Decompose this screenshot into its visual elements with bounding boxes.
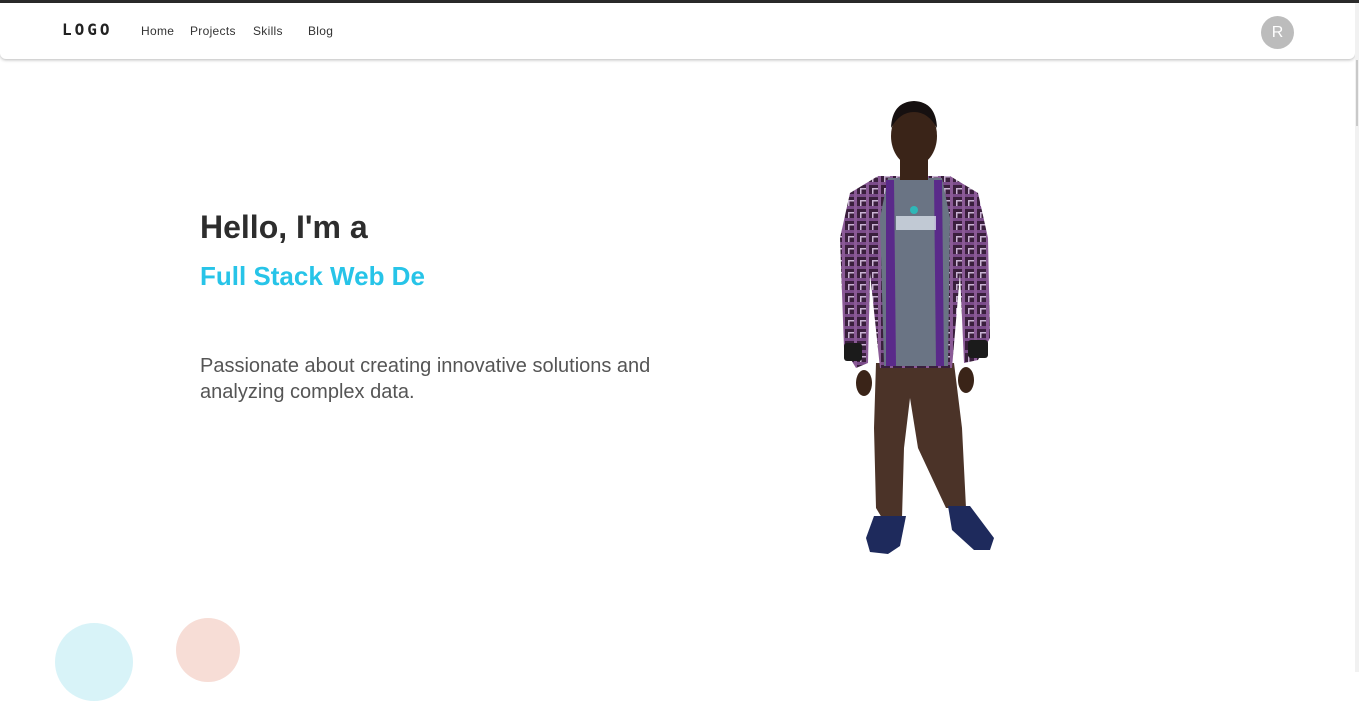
nav-link-home[interactable]: Home <box>141 24 174 38</box>
hero-description: Passionate about creating innovative sol… <box>200 355 651 403</box>
profile-photo <box>840 101 994 554</box>
decorative-circle-blue <box>55 623 133 701</box>
nav-link-blog[interactable]: Blog <box>308 24 333 38</box>
site-logo[interactable]: LOGO <box>62 20 113 39</box>
user-avatar[interactable]: R <box>1261 16 1294 49</box>
top-navbar: LOGO Home Projects Skills Blog R <box>0 3 1355 59</box>
hero-role-typing: Full Stack Web De <box>200 261 425 291</box>
nav-link-skills[interactable]: Skills <box>253 24 283 38</box>
decorative-circle-pink <box>176 618 240 682</box>
scrollbar-thumb[interactable] <box>1356 60 1358 126</box>
hero-greeting: Hello, I'm a <box>200 209 368 245</box>
nav-link-projects[interactable]: Projects <box>190 24 236 38</box>
